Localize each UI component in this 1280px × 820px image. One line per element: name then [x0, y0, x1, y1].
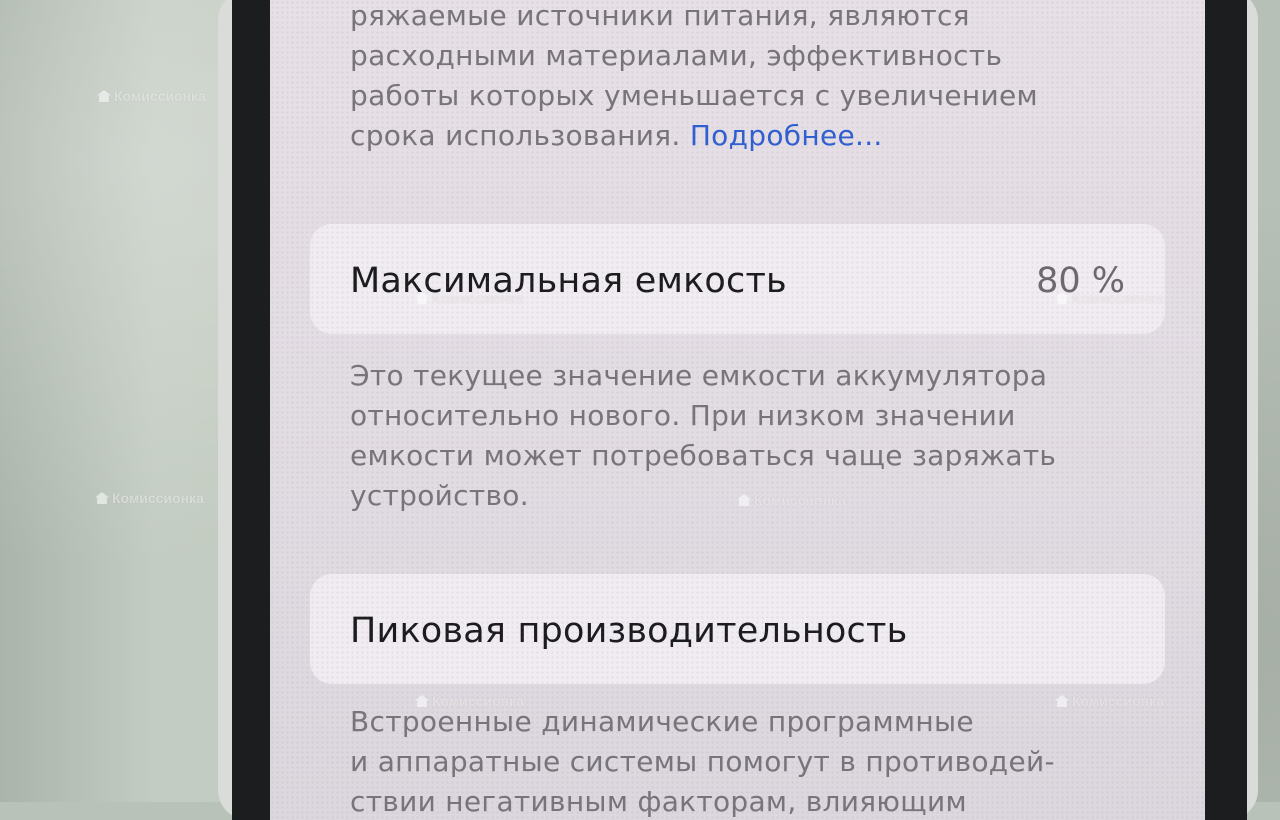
intro-line: ряжаемые источники питания, являются — [350, 0, 970, 32]
watermark: Комиссионка — [415, 693, 524, 709]
home-logo-icon — [97, 90, 111, 102]
peak-performance-label: Пиковая производительность — [350, 611, 908, 651]
watermark-text: Комиссионка — [754, 492, 846, 508]
watermark-text: Комиссионка — [112, 490, 204, 506]
home-logo-icon — [1055, 695, 1069, 707]
home-logo-icon — [95, 492, 109, 504]
watermark: Комиссионка — [1055, 290, 1164, 306]
peak-performance-row[interactable]: Пиковая производительность — [310, 574, 1165, 684]
description-line: Это текущее значение емкости аккумулятор… — [350, 359, 1048, 392]
intro-line: срока использования. — [350, 119, 681, 152]
description-line: емкости может потребоваться чаще заряжат… — [350, 439, 1057, 472]
description-line: устройство. — [350, 479, 529, 512]
watermark: Комиссионка — [415, 290, 524, 306]
home-logo-icon — [415, 292, 429, 304]
max-capacity-row[interactable]: Максимальная емкость 80 % — [310, 224, 1165, 334]
watermark: Комиссионка — [737, 492, 846, 508]
watermark-text: Комиссионка — [114, 88, 206, 104]
description-line: и аппаратные системы помогут в противоде… — [350, 745, 1055, 778]
intro-line: расходными материалами, эффективность — [350, 39, 1003, 72]
watermark: Комиссионка — [97, 88, 206, 104]
watermark-text: Комиссионка — [432, 693, 524, 709]
description-line: Встроенные динамические программные — [350, 705, 974, 738]
watermark-text: Комиссионка — [1072, 290, 1164, 306]
home-logo-icon — [1055, 292, 1069, 304]
watermark-text: Комиссионка — [432, 290, 524, 306]
watermark: Комиссионка — [95, 490, 204, 506]
intro-line: работы которых уменьшается с увеличением — [350, 79, 1038, 112]
max-capacity-description: Это текущее значение емкости аккумулятор… — [350, 356, 1110, 516]
watermark-text: Комиссионка — [1072, 693, 1164, 709]
home-logo-icon — [415, 695, 429, 707]
peak-performance-description: Встроенные динамические программные и ап… — [350, 702, 1110, 820]
home-logo-icon — [737, 494, 751, 506]
intro-paragraph: ряжаемые источники питания, являются рас… — [350, 0, 1110, 156]
description-line: относительно нового. При низком значении — [350, 399, 1016, 432]
watermark: Комиссионка — [1055, 693, 1164, 709]
learn-more-link[interactable]: Подробнее... — [690, 119, 883, 152]
